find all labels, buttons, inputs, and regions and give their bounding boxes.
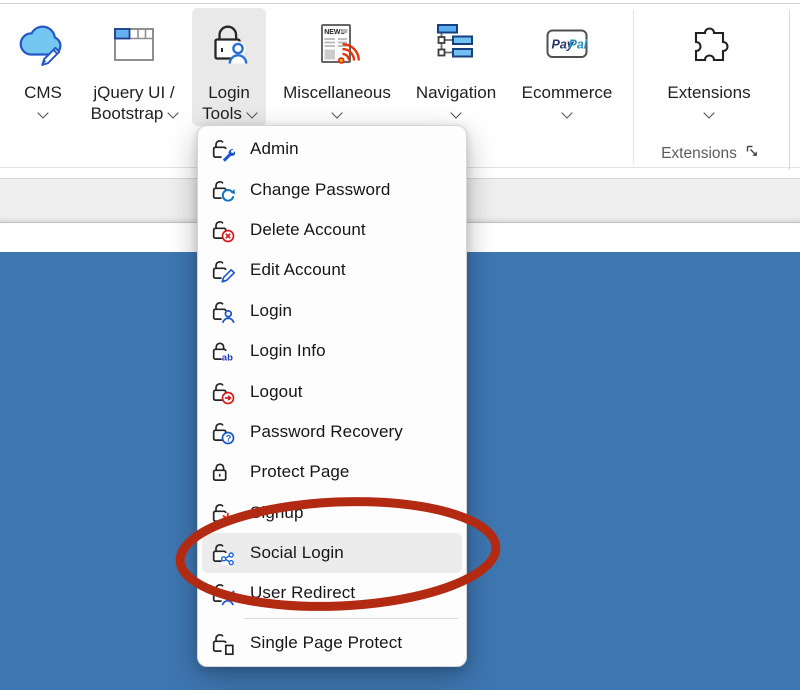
- ribbon-button-extensions[interactable]: Extensions: [644, 8, 774, 126]
- menu-item-label: Login Info: [250, 341, 326, 361]
- login-tools-dropdown-menu: Admin Change Password Delete Account Edit A…: [197, 125, 467, 667]
- browser-window-icon: [78, 8, 190, 76]
- menu-item-label: Protect Page: [250, 462, 349, 482]
- menu-item-label: Logout: [250, 382, 303, 402]
- chevron-down-icon: [450, 107, 461, 118]
- lock-person-arrow-icon: [209, 580, 235, 606]
- ribbon-button-label-line: CMS: [24, 83, 62, 102]
- menu-item-label: Change Password: [250, 180, 390, 200]
- lock-user-icon: [192, 8, 266, 76]
- puzzle-icon: [644, 8, 774, 76]
- menu-item-label: Login: [250, 301, 292, 321]
- lock-share-icon: [209, 540, 235, 566]
- menu-item-label: Single Page Protect: [250, 633, 402, 653]
- ribbon-button-label-line: Ecommerce: [522, 83, 613, 102]
- ribbon-button-label-line: Navigation: [416, 83, 496, 102]
- ribbon-button-label: jQuery UI / Bootstrap: [78, 82, 190, 124]
- menu-item-single-page-protect[interactable]: Single Page Protect: [202, 623, 462, 663]
- menu-item-login-info[interactable]: ab Login Info: [202, 331, 462, 371]
- menu-item-label: Edit Account: [250, 260, 346, 280]
- ribbon-button-label: Miscellaneous: [268, 82, 406, 103]
- app-root: CMS jQuery UI / Bootstrap Login Tools NEWS Mis…: [0, 0, 800, 690]
- menu-item-label: Password Recovery: [250, 422, 403, 442]
- lock-wrench-icon: [209, 136, 235, 162]
- lock-refresh-icon: [209, 177, 235, 203]
- chevron-down-icon: [703, 107, 714, 118]
- chevron-down-icon: [561, 107, 572, 118]
- ribbon-group-divider: [633, 10, 634, 164]
- lock-asterisk-icon: [209, 500, 235, 526]
- lock-person-icon: [209, 298, 235, 324]
- lock-delete-icon: [209, 217, 235, 243]
- ribbon-button-label-line: Bootstrap: [91, 104, 164, 123]
- menu-item-login[interactable]: Login: [202, 291, 462, 331]
- ribbon-button-ecommerce[interactable]: PayPal Ecommerce: [508, 8, 626, 126]
- svg-text:ab: ab: [222, 353, 233, 364]
- newspaper-rss-icon: NEWS: [268, 8, 406, 76]
- ribbon-button-label: Ecommerce: [508, 82, 626, 103]
- menu-item-admin[interactable]: Admin: [202, 129, 462, 169]
- lock-question-icon: ?: [209, 419, 235, 445]
- menu-item-change-password[interactable]: Change Password: [202, 169, 462, 209]
- menu-item-protect-page[interactable]: Protect Page: [202, 452, 462, 492]
- menu-item-edit-account[interactable]: Edit Account: [202, 250, 462, 290]
- menu-item-user-redirect[interactable]: User Redirect: [202, 573, 462, 613]
- ribbon-right-border: [789, 10, 790, 170]
- ribbon-button-label: Login Tools: [192, 82, 266, 124]
- menu-item-label: User Redirect: [250, 583, 355, 603]
- ribbon-button-cms[interactable]: CMS: [10, 8, 76, 126]
- menu-item-delete-account[interactable]: Delete Account: [202, 210, 462, 250]
- menu-item-label: Delete Account: [250, 220, 366, 240]
- menu-item-password-recovery[interactable]: ? Password Recovery: [202, 412, 462, 452]
- svg-text:?: ?: [226, 433, 232, 443]
- ribbon-button-label-line: jQuery UI /: [93, 83, 174, 102]
- lock-ab-icon: ab: [209, 338, 235, 364]
- dialog-launcher-icon[interactable]: [746, 145, 759, 163]
- menu-item-label: Social Login: [250, 543, 344, 563]
- sitemap-icon: [406, 8, 506, 76]
- menu-item-label: Admin: [250, 139, 299, 159]
- ribbon-button-label: Extensions: [644, 82, 774, 103]
- ribbon-button-label: CMS: [10, 82, 76, 103]
- ribbon-button-label: Navigation: [406, 82, 506, 103]
- menu-separator: [244, 618, 458, 619]
- svg-text:Pal: Pal: [569, 38, 588, 52]
- chevron-down-icon: [331, 107, 342, 118]
- ribbon-button-label-line: Tools: [202, 104, 242, 123]
- extensions-group-footer: Extensions: [644, 143, 776, 165]
- lock-page-icon: [209, 630, 235, 656]
- cloud-pencil-icon: [10, 8, 76, 76]
- lock-icon: [209, 459, 235, 485]
- ribbon-button-label-line: Miscellaneous: [283, 83, 391, 102]
- ribbon-button-navigation[interactable]: Navigation: [406, 8, 506, 126]
- ribbon-button-login-tools[interactable]: Login Tools: [192, 8, 266, 126]
- ribbon-button-label-line: Extensions: [667, 83, 750, 102]
- ribbon-button-label-line: Login: [208, 83, 250, 102]
- paypal-icon: PayPal: [508, 8, 626, 76]
- lock-pencil-icon: [209, 257, 235, 283]
- menu-item-social-login[interactable]: Social Login: [202, 533, 462, 573]
- chevron-down-icon: [246, 107, 257, 118]
- ribbon-button-jquery-bootstrap[interactable]: jQuery UI / Bootstrap: [78, 8, 190, 126]
- lock-logout-icon: [209, 379, 235, 405]
- menu-item-label: Signup: [250, 503, 304, 523]
- chevron-down-icon: [168, 107, 179, 118]
- ribbon-button-miscellaneous[interactable]: NEWS Miscellaneous: [268, 8, 406, 126]
- chevron-down-icon: [37, 107, 48, 118]
- menu-item-signup[interactable]: Signup: [202, 493, 462, 533]
- extensions-group-label: Extensions: [661, 145, 737, 163]
- menu-item-logout[interactable]: Logout: [202, 371, 462, 411]
